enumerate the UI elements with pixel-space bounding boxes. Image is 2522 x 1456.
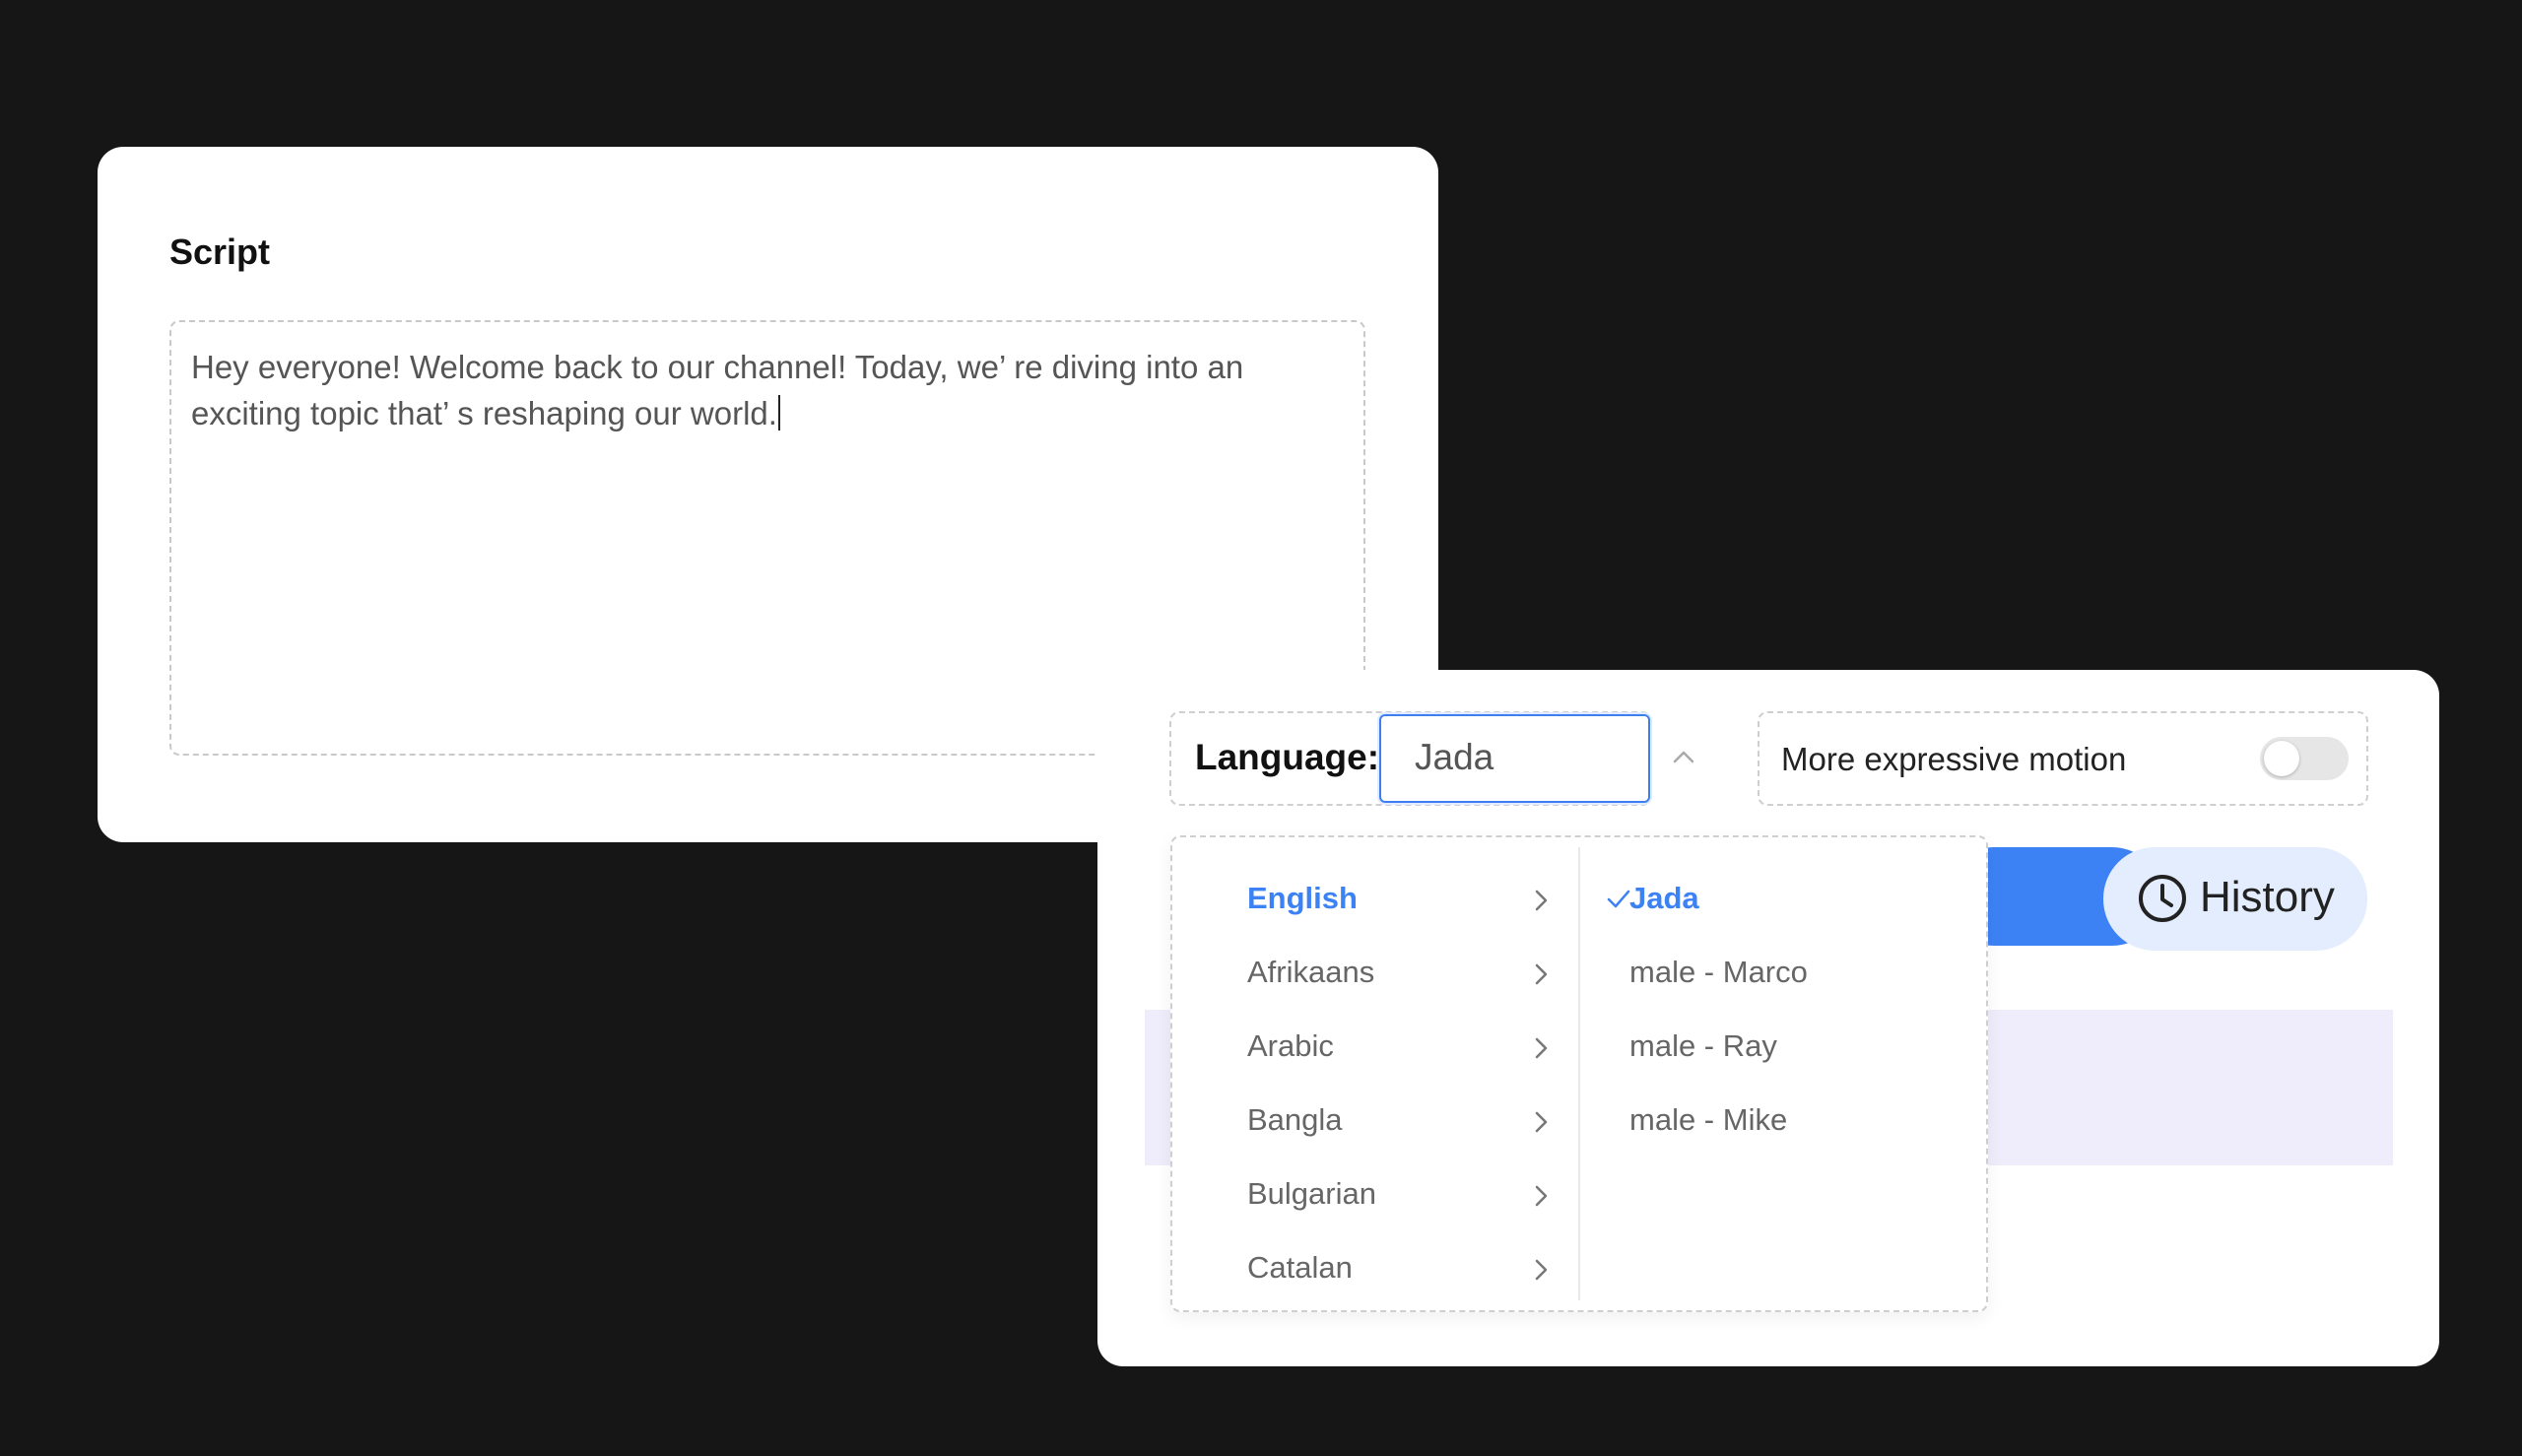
language-selector: Language: Jada — [1169, 711, 1694, 806]
voice-item-label: male - Ray — [1629, 1028, 1777, 1063]
language-item-label: Bangla — [1247, 1102, 1343, 1137]
history-label: History — [2200, 873, 2335, 921]
language-item-english[interactable]: English — [1172, 864, 1578, 938]
chevron-right-icon — [1527, 1105, 1557, 1139]
chevron-right-icon — [1527, 1179, 1557, 1213]
voice-item-marco[interactable]: male - Marco — [1580, 938, 1974, 1012]
language-select[interactable]: Jada — [1379, 714, 1650, 803]
language-item-label: Arabic — [1247, 1028, 1334, 1063]
chevron-right-icon — [1527, 958, 1557, 991]
chevron-right-icon — [1527, 884, 1557, 917]
language-item-label: Afrikaans — [1247, 955, 1375, 989]
expressive-motion-setting: More expressive motion — [1758, 711, 2368, 806]
language-label: Language: — [1195, 737, 1380, 777]
expressive-motion-toggle[interactable] — [2260, 737, 2349, 780]
chevron-right-icon — [1527, 1031, 1557, 1065]
language-list: English Afrikaans Arabic Bangla Bulgaria… — [1172, 837, 1578, 1310]
expressive-motion-label: More expressive motion — [1781, 741, 2127, 777]
language-select-value[interactable]: Jada — [1379, 714, 1650, 803]
voice-item-label: male - Marco — [1629, 955, 1808, 989]
language-item-catalan[interactable]: Catalan — [1172, 1233, 1578, 1307]
language-item-label: Catalan — [1247, 1250, 1353, 1285]
voice-item-ray[interactable]: male - Ray — [1580, 1012, 1974, 1086]
voice-item-label: male - Mike — [1629, 1102, 1788, 1137]
language-item-label: Bulgarian — [1247, 1176, 1376, 1211]
language-dropdown: English Afrikaans Arabic Bangla Bulgaria… — [1170, 835, 1988, 1312]
script-text: Hey everyone! Welcome back to our channe… — [191, 349, 1244, 431]
chevron-right-icon — [1527, 1253, 1557, 1287]
language-item-afrikaans[interactable]: Afrikaans — [1172, 938, 1578, 1012]
chevron-up-icon[interactable] — [1664, 737, 1703, 776]
clock-icon — [2135, 871, 2190, 926]
toggle-knob — [2264, 741, 2299, 776]
text-caret — [777, 395, 780, 430]
language-item-bulgarian[interactable]: Bulgarian — [1172, 1159, 1578, 1233]
language-item-label: English — [1247, 881, 1358, 915]
script-title: Script — [169, 232, 271, 272]
voice-list: Jada male - Marco male - Ray male - Mike — [1580, 837, 1974, 1310]
language-item-bangla[interactable]: Bangla — [1172, 1086, 1578, 1159]
history-button[interactable]: History — [2103, 847, 2367, 951]
voice-item-jada[interactable]: Jada — [1580, 864, 1974, 938]
language-item-arabic[interactable]: Arabic — [1172, 1012, 1578, 1086]
voice-item-mike[interactable]: male - Mike — [1580, 1086, 1974, 1159]
voice-item-label: Jada — [1629, 881, 1699, 915]
